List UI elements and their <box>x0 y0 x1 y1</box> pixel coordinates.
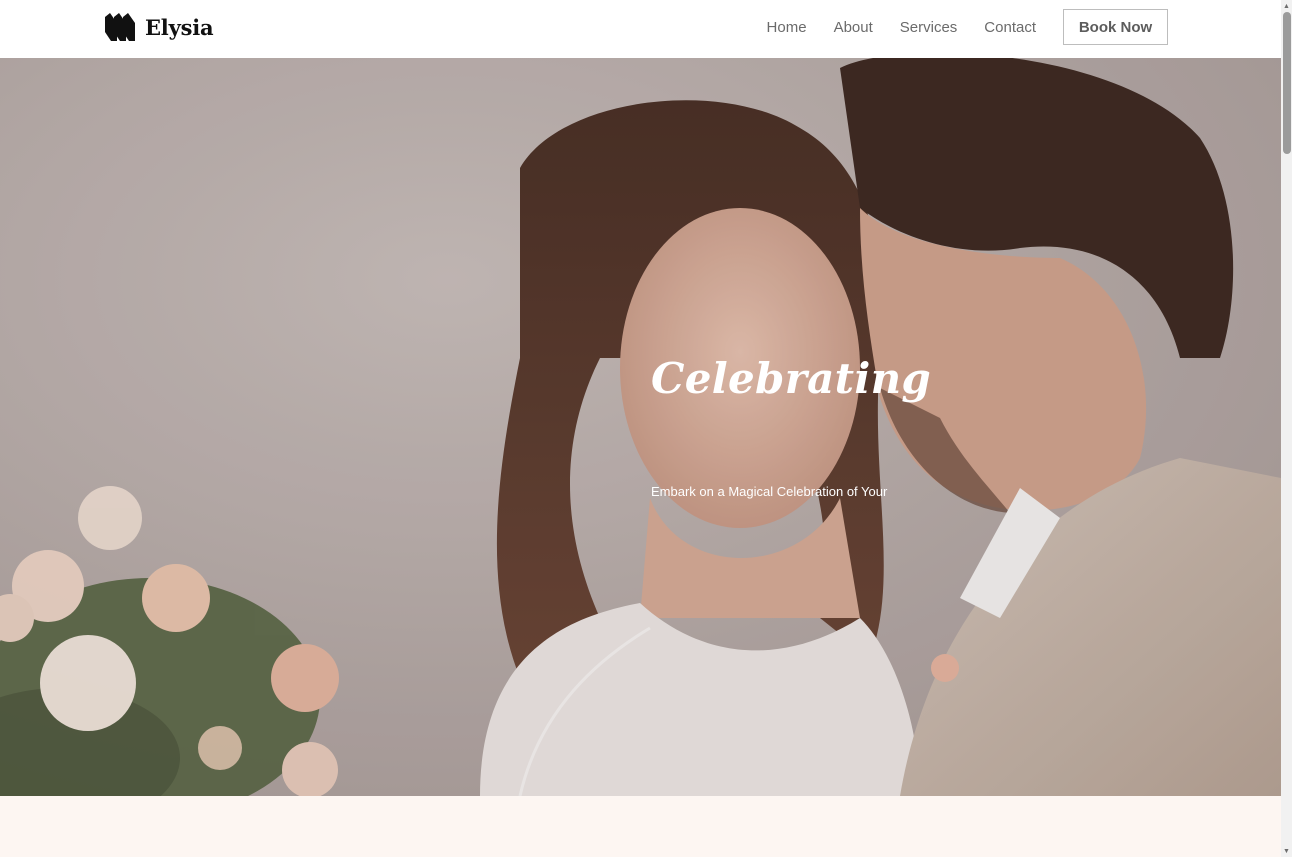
nav-item-contact[interactable]: Contact <box>984 19 1036 36</box>
next-section <box>0 796 1281 857</box>
scroll-down-arrow-icon[interactable]: ▼ <box>1281 845 1292 857</box>
brand-logo-icon <box>105 13 135 41</box>
book-now-button[interactable]: Book Now <box>1063 9 1168 45</box>
hero-title: Celebrating <box>651 354 932 403</box>
nav-item-services[interactable]: Services <box>900 19 958 36</box>
hero-section: Celebrating Embark on a Magical Celebrat… <box>0 58 1281 796</box>
brand-name: Elysia <box>145 14 214 40</box>
scroll-up-arrow-icon[interactable]: ▲ <box>1281 0 1292 12</box>
main-nav: Home About Services Contact Book Now <box>767 9 1168 45</box>
brand-logo-link[interactable]: Elysia <box>105 12 214 42</box>
site-header: Elysia Home About Services Contact Book … <box>0 0 1281 58</box>
page: Elysia Home About Services Contact Book … <box>0 0 1292 857</box>
nav-item-about[interactable]: About <box>834 19 873 36</box>
nav-item-home[interactable]: Home <box>767 19 807 36</box>
scrollbar-thumb[interactable] <box>1283 12 1291 154</box>
hero-subtitle: Embark on a Magical Celebration of Your <box>651 484 888 499</box>
page-scrollbar[interactable]: ▲ ▼ <box>1281 0 1292 857</box>
hero-overlay <box>0 58 1281 796</box>
